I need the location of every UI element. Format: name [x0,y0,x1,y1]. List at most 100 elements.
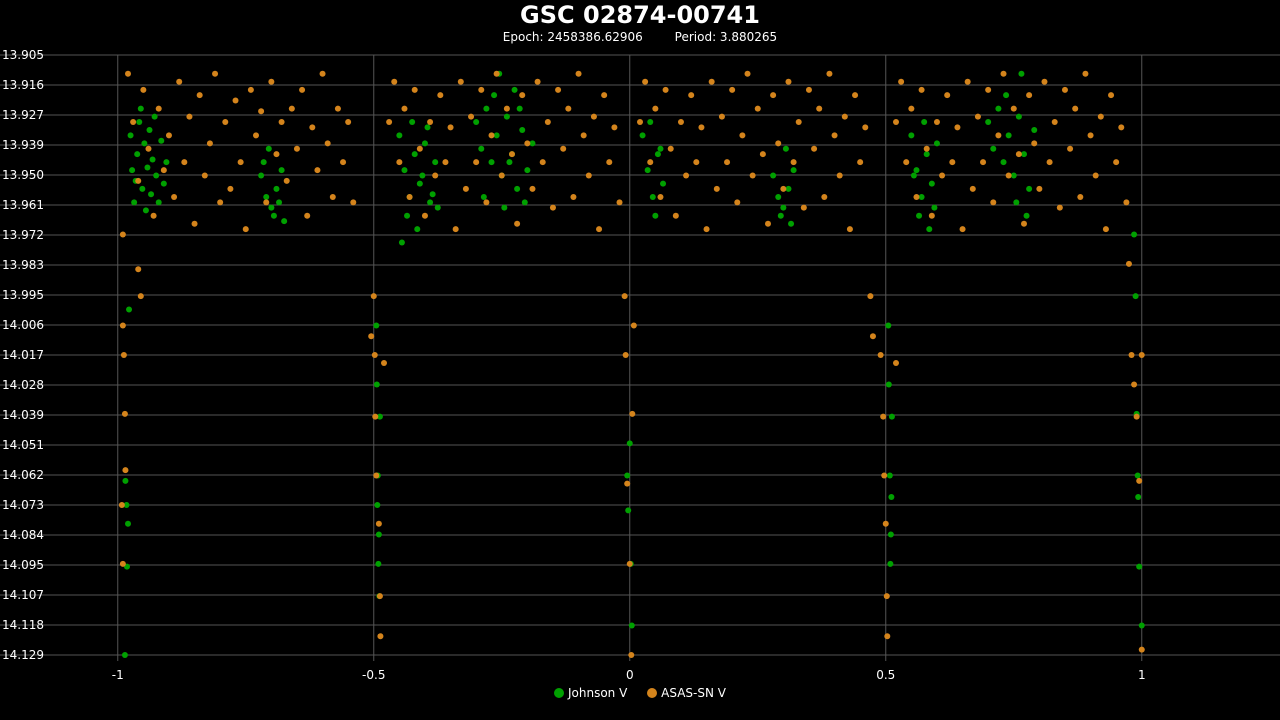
asassn-v-point [831,132,838,139]
asassn-v-point [1026,92,1033,99]
asassn-v-point [575,70,582,77]
asassn-v-point [406,193,413,200]
johnson-v-point [1031,127,1038,133]
asassn-v-point [130,118,137,125]
asassn-v-point [145,145,152,152]
asassn-v-point [160,167,167,174]
johnson-v-point [1000,159,1007,166]
johnson-v-point [790,167,797,174]
asassn-v-point [524,140,531,147]
asassn-v-point [544,118,551,125]
johnson-v-point [1132,293,1139,300]
y-tick-label: 14.017 [2,348,44,362]
asassn-v-point [647,159,654,166]
asassn-v-point [278,118,285,125]
johnson-v-point [273,185,280,192]
johnson-v-point [888,493,895,500]
johnson-v-point [268,204,275,211]
asassn-v-point [662,86,669,93]
asassn-v-point [288,105,295,112]
asassn-v-point [693,159,700,166]
y-tick-label: 13.950 [2,168,44,182]
johnson-v-point [775,193,782,200]
asassn-v-point [688,92,695,99]
johnson-v-point [429,191,436,198]
johnson-v-point [149,156,156,163]
johnson-v-point [276,199,283,206]
johnson-v-point [777,212,784,219]
johnson-v-point [514,185,521,192]
legend-item-asassn[interactable]: ASAS-SN V [647,686,726,700]
asassn-v-point [749,172,756,179]
asassn-v-point [826,70,833,77]
johnson-v-point [529,140,536,147]
asassn-v-point [121,410,128,417]
asassn-v-point [1015,151,1022,158]
johnson-v-point [916,212,923,219]
johnson-v-point [153,172,160,179]
johnson-v-point [923,151,930,158]
asassn-v-point [883,593,890,600]
asassn-v-point [309,124,316,131]
johnson-v-point [375,560,382,567]
asassn-v-point [1133,413,1140,420]
johnson-v-point [511,86,518,93]
johnson-v-point [625,507,632,514]
asassn-v-point [1128,352,1135,358]
asassn-v-point [534,78,541,85]
asassn-v-point [1072,105,1079,112]
johnson-v-point [1026,185,1033,192]
johnson-v-point [414,226,421,233]
asassn-v-point [744,70,751,77]
asassn-v-point [708,78,715,85]
asassn-v-point [729,86,736,93]
asassn-v-point [391,78,398,85]
x-tick-label: 0.5 [876,668,895,682]
asassn-v-point [1136,477,1143,484]
asassn-v-point [304,212,311,219]
asassn-v-point [186,113,193,120]
asassn-v-point [253,132,259,139]
y-tick-label: 14.129 [2,648,44,662]
asassn-v-point [882,520,889,527]
x-tick-label: -1 [112,668,124,682]
johnson-v-point [985,118,992,125]
y-tick-label: 13.995 [2,288,44,302]
asassn-v-point [944,92,951,99]
johnson-v-point [921,118,928,125]
asassn-v-point [258,108,265,115]
asassn-v-point [881,472,888,479]
asassn-v-point [268,78,275,85]
asassn-v-point [437,92,444,99]
asassn-v-point [514,220,521,227]
asassn-v-point [119,322,126,329]
johnson-v-point [785,185,792,192]
johnson-v-point [483,105,490,112]
legend-item-johnson[interactable]: Johnson V [554,686,627,700]
asassn-v-point [698,124,705,131]
y-tick-label: 14.062 [2,468,44,482]
johnson-v-point [146,127,153,133]
asassn-v-point [119,560,126,567]
y-tick-label: 14.118 [2,618,44,632]
asassn-v-point [770,92,777,99]
asassn-v-point [452,226,459,233]
asassn-v-point [862,124,869,131]
johnson-v-point [1136,563,1143,570]
asassn-v-point [135,266,142,273]
legend-label-johnson: Johnson V [568,686,628,700]
asassn-v-point [1138,646,1145,653]
asassn-v-point [939,172,946,179]
asassn-v-point [373,472,380,479]
johnson-v-point [1013,199,1020,206]
johnson-v-point [151,113,158,120]
legend-marker-johnson [554,688,564,698]
johnson-v-point [424,124,431,131]
asassn-v-point [703,226,710,233]
asassn-v-point [442,159,449,166]
asassn-v-point [212,70,219,77]
asassn-v-point [1067,145,1074,152]
johnson-v-point [931,204,938,211]
asassn-v-point [880,413,887,420]
asassn-v-point [1113,159,1120,166]
